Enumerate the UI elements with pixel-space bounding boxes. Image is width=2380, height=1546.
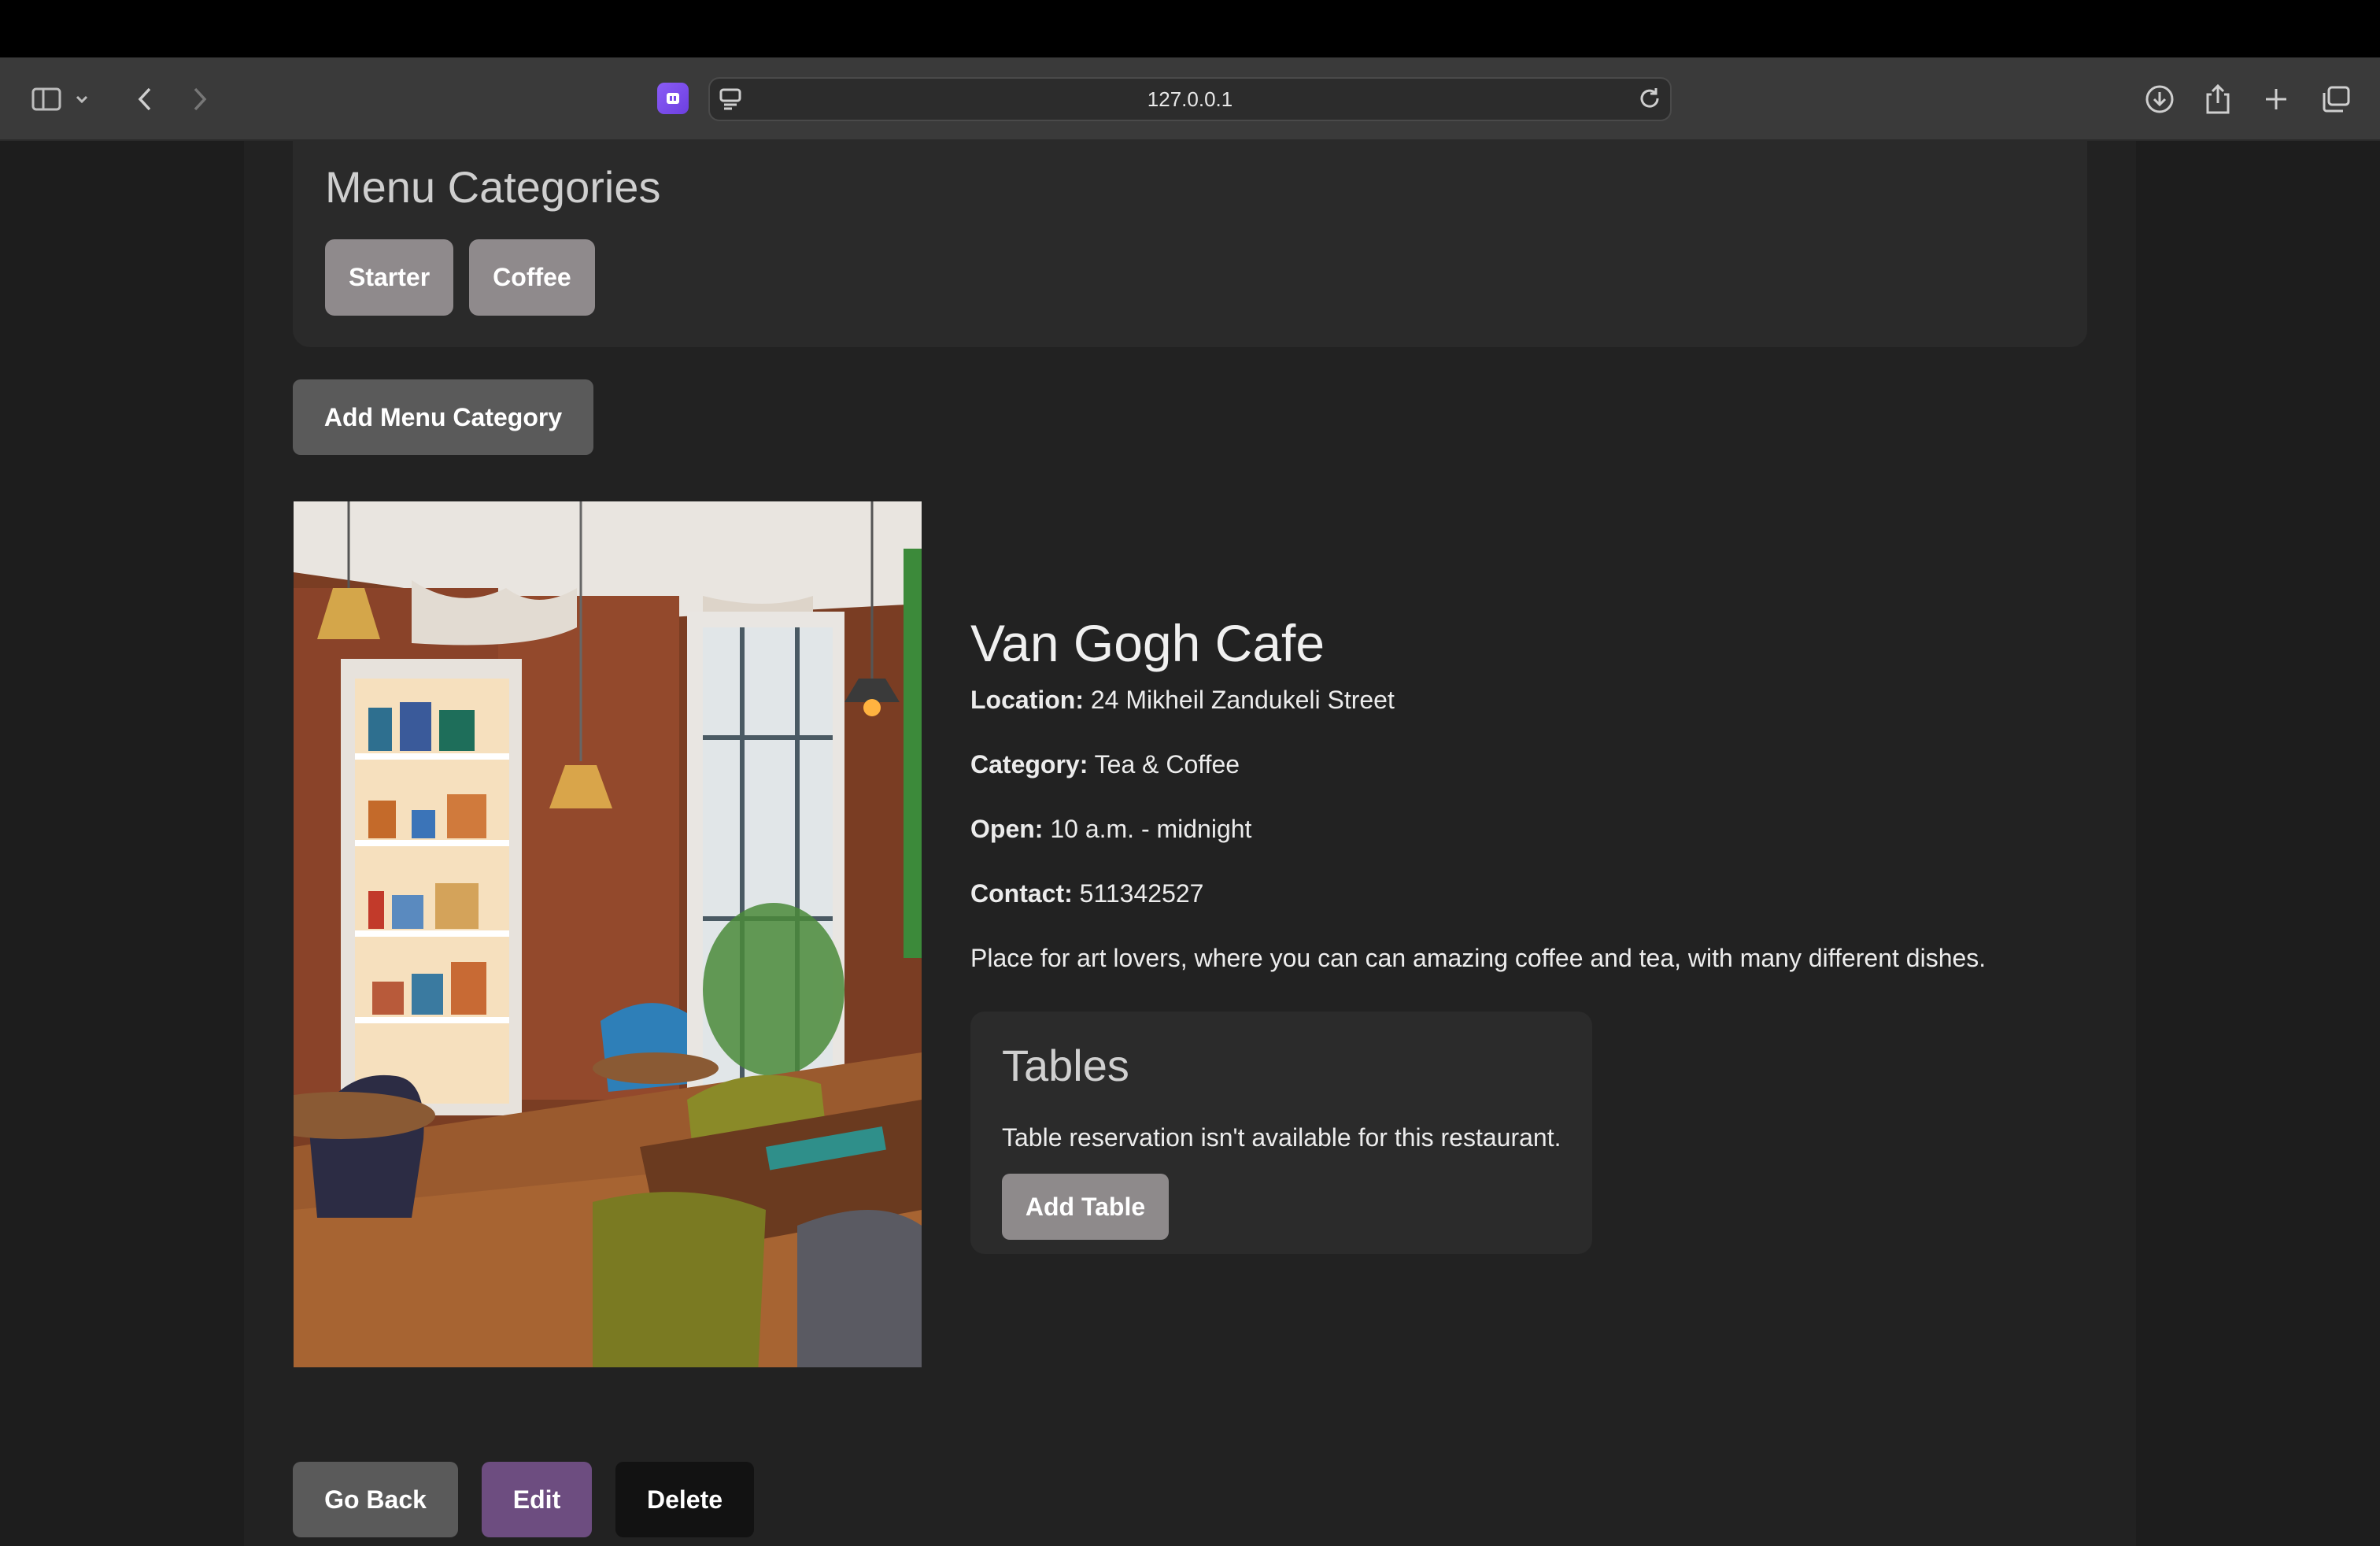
category-row: Category: Tea & Coffee	[970, 749, 2072, 780]
page-settings-icon[interactable]	[718, 87, 745, 115]
tab-overview-icon[interactable]	[2311, 57, 2361, 141]
browser-toolbar: 127.0.0.1	[0, 57, 2380, 141]
restaurant-name: Van Gogh Cafe	[970, 614, 1325, 672]
restaurant-photo	[294, 501, 922, 1367]
category-chip-coffee[interactable]: Coffee	[469, 239, 595, 316]
reload-icon[interactable]	[1637, 86, 1662, 115]
new-tab-icon[interactable]	[2251, 57, 2301, 141]
add-table-button[interactable]: Add Table	[1002, 1174, 1169, 1240]
delete-button[interactable]: Delete	[615, 1462, 754, 1537]
open-label: Open:	[970, 815, 1044, 843]
page-gutter-left	[0, 141, 244, 1546]
go-back-button[interactable]: Go Back	[293, 1462, 458, 1537]
open-value: 10 a.m. - midnight	[1050, 815, 1252, 843]
restaurant-description: Place for art lovers, where you can can …	[970, 944, 1986, 972]
back-icon[interactable]	[120, 57, 170, 141]
address-bar[interactable]: 127.0.0.1	[708, 77, 1672, 121]
restaurant-info: Van Gogh Cafe Location: 24 Mikheil Zandu…	[970, 613, 2072, 1007]
action-bar: Go Back Edit Delete	[293, 1462, 754, 1537]
contact-row: Contact: 511342527	[970, 878, 2072, 909]
share-icon[interactable]	[2193, 57, 2243, 141]
sidebar-toggle-icon[interactable]	[22, 57, 72, 141]
menu-categories-card: Menu Categories Starter Coffee	[293, 141, 2087, 347]
open-row: Open: 10 a.m. - midnight	[970, 813, 2072, 845]
tables-message: Table reservation isn't available for th…	[1002, 1123, 1561, 1152]
download-icon[interactable]	[2134, 57, 2185, 141]
category-label: Category:	[970, 750, 1088, 779]
extension-icon[interactable]	[657, 83, 689, 114]
tables-title: Tables	[1002, 1041, 1129, 1090]
url-text: 127.0.0.1	[1147, 87, 1233, 111]
chevron-down-icon[interactable]	[68, 57, 96, 141]
forward-icon[interactable]	[175, 57, 225, 141]
contact-label: Contact:	[970, 879, 1073, 908]
system-menubar	[0, 0, 2380, 57]
location-label: Location:	[970, 686, 1084, 714]
location-row: Location: 24 Mikheil Zandukeli Street	[970, 684, 2072, 716]
menu-categories-title: Menu Categories	[325, 162, 661, 212]
location-value: 24 Mikheil Zandukeli Street	[1090, 686, 1395, 714]
edit-button[interactable]: Edit	[482, 1462, 592, 1537]
page-gutter-right	[2136, 141, 2380, 1546]
menu-category-list: Starter Coffee	[325, 239, 595, 316]
add-menu-category-button[interactable]: Add Menu Category	[293, 379, 593, 455]
contact-value: 511342527	[1079, 879, 1204, 908]
tables-card: Tables Table reservation isn't available…	[970, 1012, 1592, 1254]
category-chip-starter[interactable]: Starter	[325, 239, 454, 316]
restaurant-detail-page: Menu Categories Starter Coffee Add Menu …	[244, 141, 2136, 1546]
category-value: Tea & Coffee	[1094, 750, 1240, 779]
